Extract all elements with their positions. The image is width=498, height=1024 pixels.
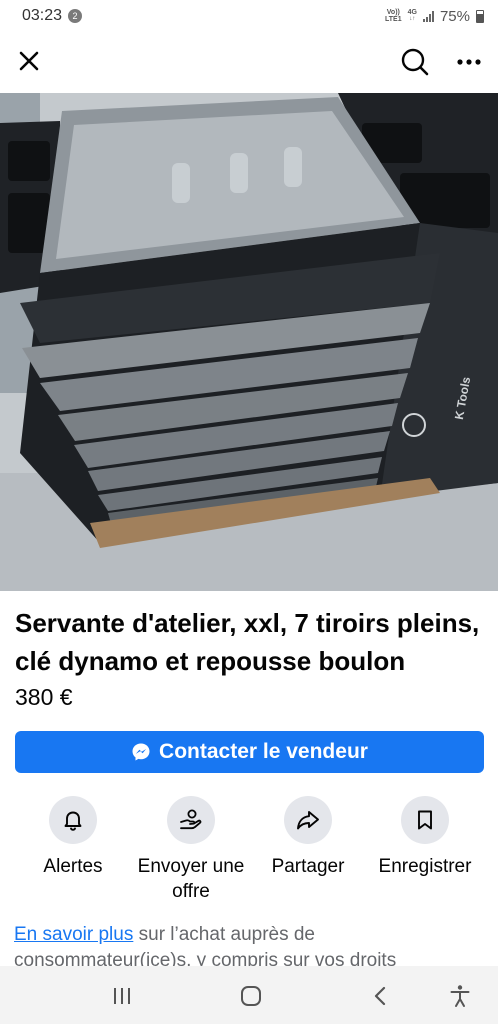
close-icon bbox=[19, 51, 39, 71]
product-photo[interactable]: K Tools bbox=[0, 93, 498, 591]
data-arrows-icon: ↓↑ bbox=[409, 16, 416, 22]
network-type-label: 4G bbox=[407, 9, 417, 16]
accessibility-button[interactable] bbox=[442, 978, 478, 1014]
share-arrow-icon bbox=[297, 811, 319, 830]
notification-badge: 2 bbox=[68, 9, 83, 23]
accessibility-icon bbox=[450, 985, 470, 1007]
listing-price: 380 € bbox=[15, 684, 73, 710]
recent-apps-button[interactable] bbox=[104, 978, 140, 1014]
back-icon bbox=[374, 986, 386, 1006]
share-icon-circle bbox=[284, 796, 332, 844]
action-buttons: Alertes Envoyer une offre Partager Enreg… bbox=[0, 796, 498, 906]
more-options-icon bbox=[457, 59, 481, 65]
volte-label: Vo)) bbox=[386, 9, 400, 16]
purchase-info-text: En savoir plus sur l’achat auprès de con… bbox=[14, 922, 484, 966]
messenger-icon bbox=[131, 742, 151, 762]
recent-apps-icon bbox=[114, 988, 130, 1004]
more-options-button[interactable] bbox=[450, 43, 488, 81]
offer-hand-icon bbox=[180, 809, 202, 830]
bookmark-icon bbox=[418, 810, 432, 830]
search-icon bbox=[401, 48, 429, 76]
share-label: Partager bbox=[271, 856, 345, 877]
back-button[interactable] bbox=[362, 978, 398, 1014]
battery-percentage: 75% bbox=[439, 7, 470, 25]
home-button[interactable] bbox=[233, 978, 269, 1014]
send-offer-icon-circle bbox=[167, 796, 215, 844]
listing-title: Servante d'atelier, xxl, 7 tiroirs plein… bbox=[15, 608, 480, 676]
top-bar bbox=[0, 36, 498, 86]
bell-icon bbox=[64, 811, 82, 831]
share-button[interactable]: Partager bbox=[248, 796, 368, 879]
network-type-indicator: 4G ↓↑ bbox=[408, 9, 417, 23]
alerts-button[interactable]: Alertes bbox=[13, 796, 133, 879]
close-button[interactable] bbox=[12, 44, 46, 78]
status-bar: 03:23 2 Vo)) LTE1 4G ↓↑ 75% bbox=[0, 0, 498, 32]
save-button[interactable]: Enregistrer bbox=[365, 796, 485, 879]
save-label: Enregistrer bbox=[378, 856, 472, 877]
battery-icon bbox=[476, 9, 484, 23]
search-button[interactable] bbox=[396, 43, 434, 81]
save-icon-circle bbox=[401, 796, 449, 844]
status-time: 03:23 bbox=[22, 7, 63, 24]
tool-cabinet-image: K Tools bbox=[0, 93, 498, 591]
contact-seller-button[interactable]: Contacter le vendeur bbox=[15, 731, 484, 773]
signal-icon bbox=[422, 10, 434, 22]
volte-indicator: Vo)) LTE1 bbox=[385, 9, 402, 23]
contact-seller-label: Contacter le vendeur bbox=[159, 740, 368, 763]
send-offer-label: Envoyer une offre bbox=[137, 856, 245, 902]
lte-label: LTE1 bbox=[385, 16, 402, 23]
home-icon bbox=[241, 986, 261, 1006]
learn-more-link[interactable]: En savoir plus bbox=[14, 924, 133, 945]
alerts-label: Alertes bbox=[43, 856, 103, 877]
system-navigation-bar bbox=[0, 966, 498, 1024]
alerts-icon-circle bbox=[49, 796, 97, 844]
send-offer-button[interactable]: Envoyer une offre bbox=[131, 796, 251, 904]
status-indicators: Vo)) LTE1 4G ↓↑ 75% bbox=[385, 8, 484, 25]
